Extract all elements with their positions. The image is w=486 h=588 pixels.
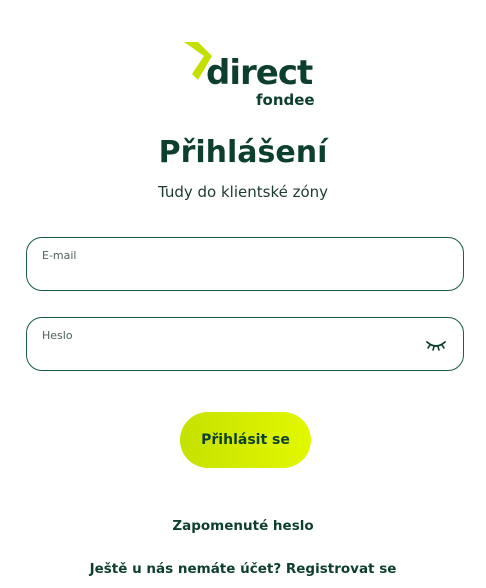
register-link-row: Ještě u nás nemáte účet? Registrovat se	[0, 561, 486, 577]
forgot-password-link[interactable]: Zapomenuté heslo	[172, 518, 313, 534]
direct-fondee-logo: direct fondee	[178, 38, 318, 110]
email-input[interactable]	[42, 264, 422, 284]
email-field[interactable]: E-mail	[26, 237, 464, 291]
logo-wordmark: direct	[206, 53, 313, 93]
logo-subtitle: fondee	[256, 91, 315, 109]
login-button[interactable]: Přihlásit se	[180, 412, 311, 468]
email-label: E-mail	[42, 249, 77, 262]
password-input[interactable]	[42, 344, 422, 364]
eye-closed-icon[interactable]	[425, 336, 447, 354]
page-title: Přihlášení	[158, 135, 328, 170]
register-link[interactable]: Ještě u nás nemáte účet? Registrovat se	[90, 561, 397, 577]
page-subtitle: Tudy do klientské zóny	[157, 183, 329, 201]
password-field[interactable]: Heslo	[26, 317, 464, 371]
password-label: Heslo	[42, 329, 73, 342]
forgot-link-row: Zapomenuté heslo	[0, 518, 486, 534]
login-page: direct fondee Přihlášení Tudy do klients…	[0, 0, 486, 588]
